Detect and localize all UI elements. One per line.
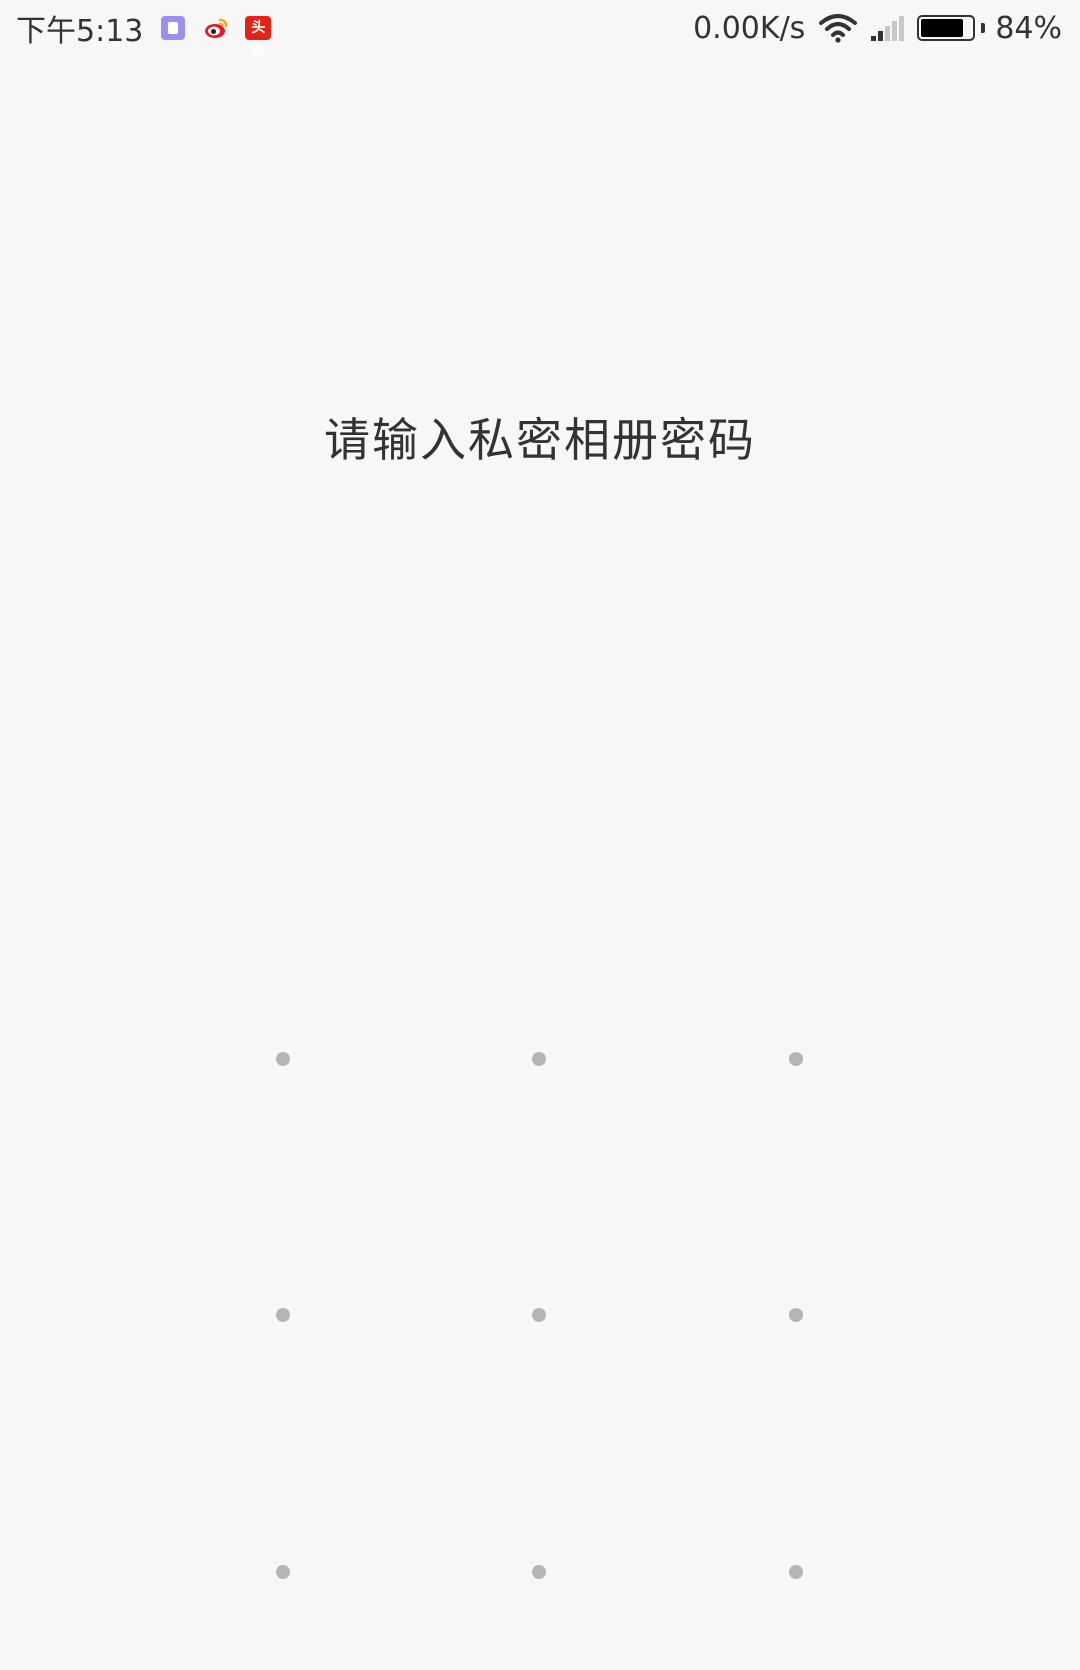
pattern-dot-1[interactable] [203, 979, 363, 1139]
pattern-dot-4[interactable] [203, 1235, 363, 1395]
pattern-dot-7[interactable] [203, 1492, 363, 1652]
pattern-dot-6[interactable] [716, 1235, 876, 1395]
pattern-dot-8[interactable] [459, 1492, 619, 1652]
pattern-dot-2[interactable] [459, 979, 619, 1139]
pattern-dot-9[interactable] [716, 1492, 876, 1652]
pattern-dot-3[interactable] [716, 979, 876, 1139]
pattern-dot-5[interactable] [459, 1235, 619, 1395]
pattern-lock-grid[interactable] [0, 0, 1080, 1670]
